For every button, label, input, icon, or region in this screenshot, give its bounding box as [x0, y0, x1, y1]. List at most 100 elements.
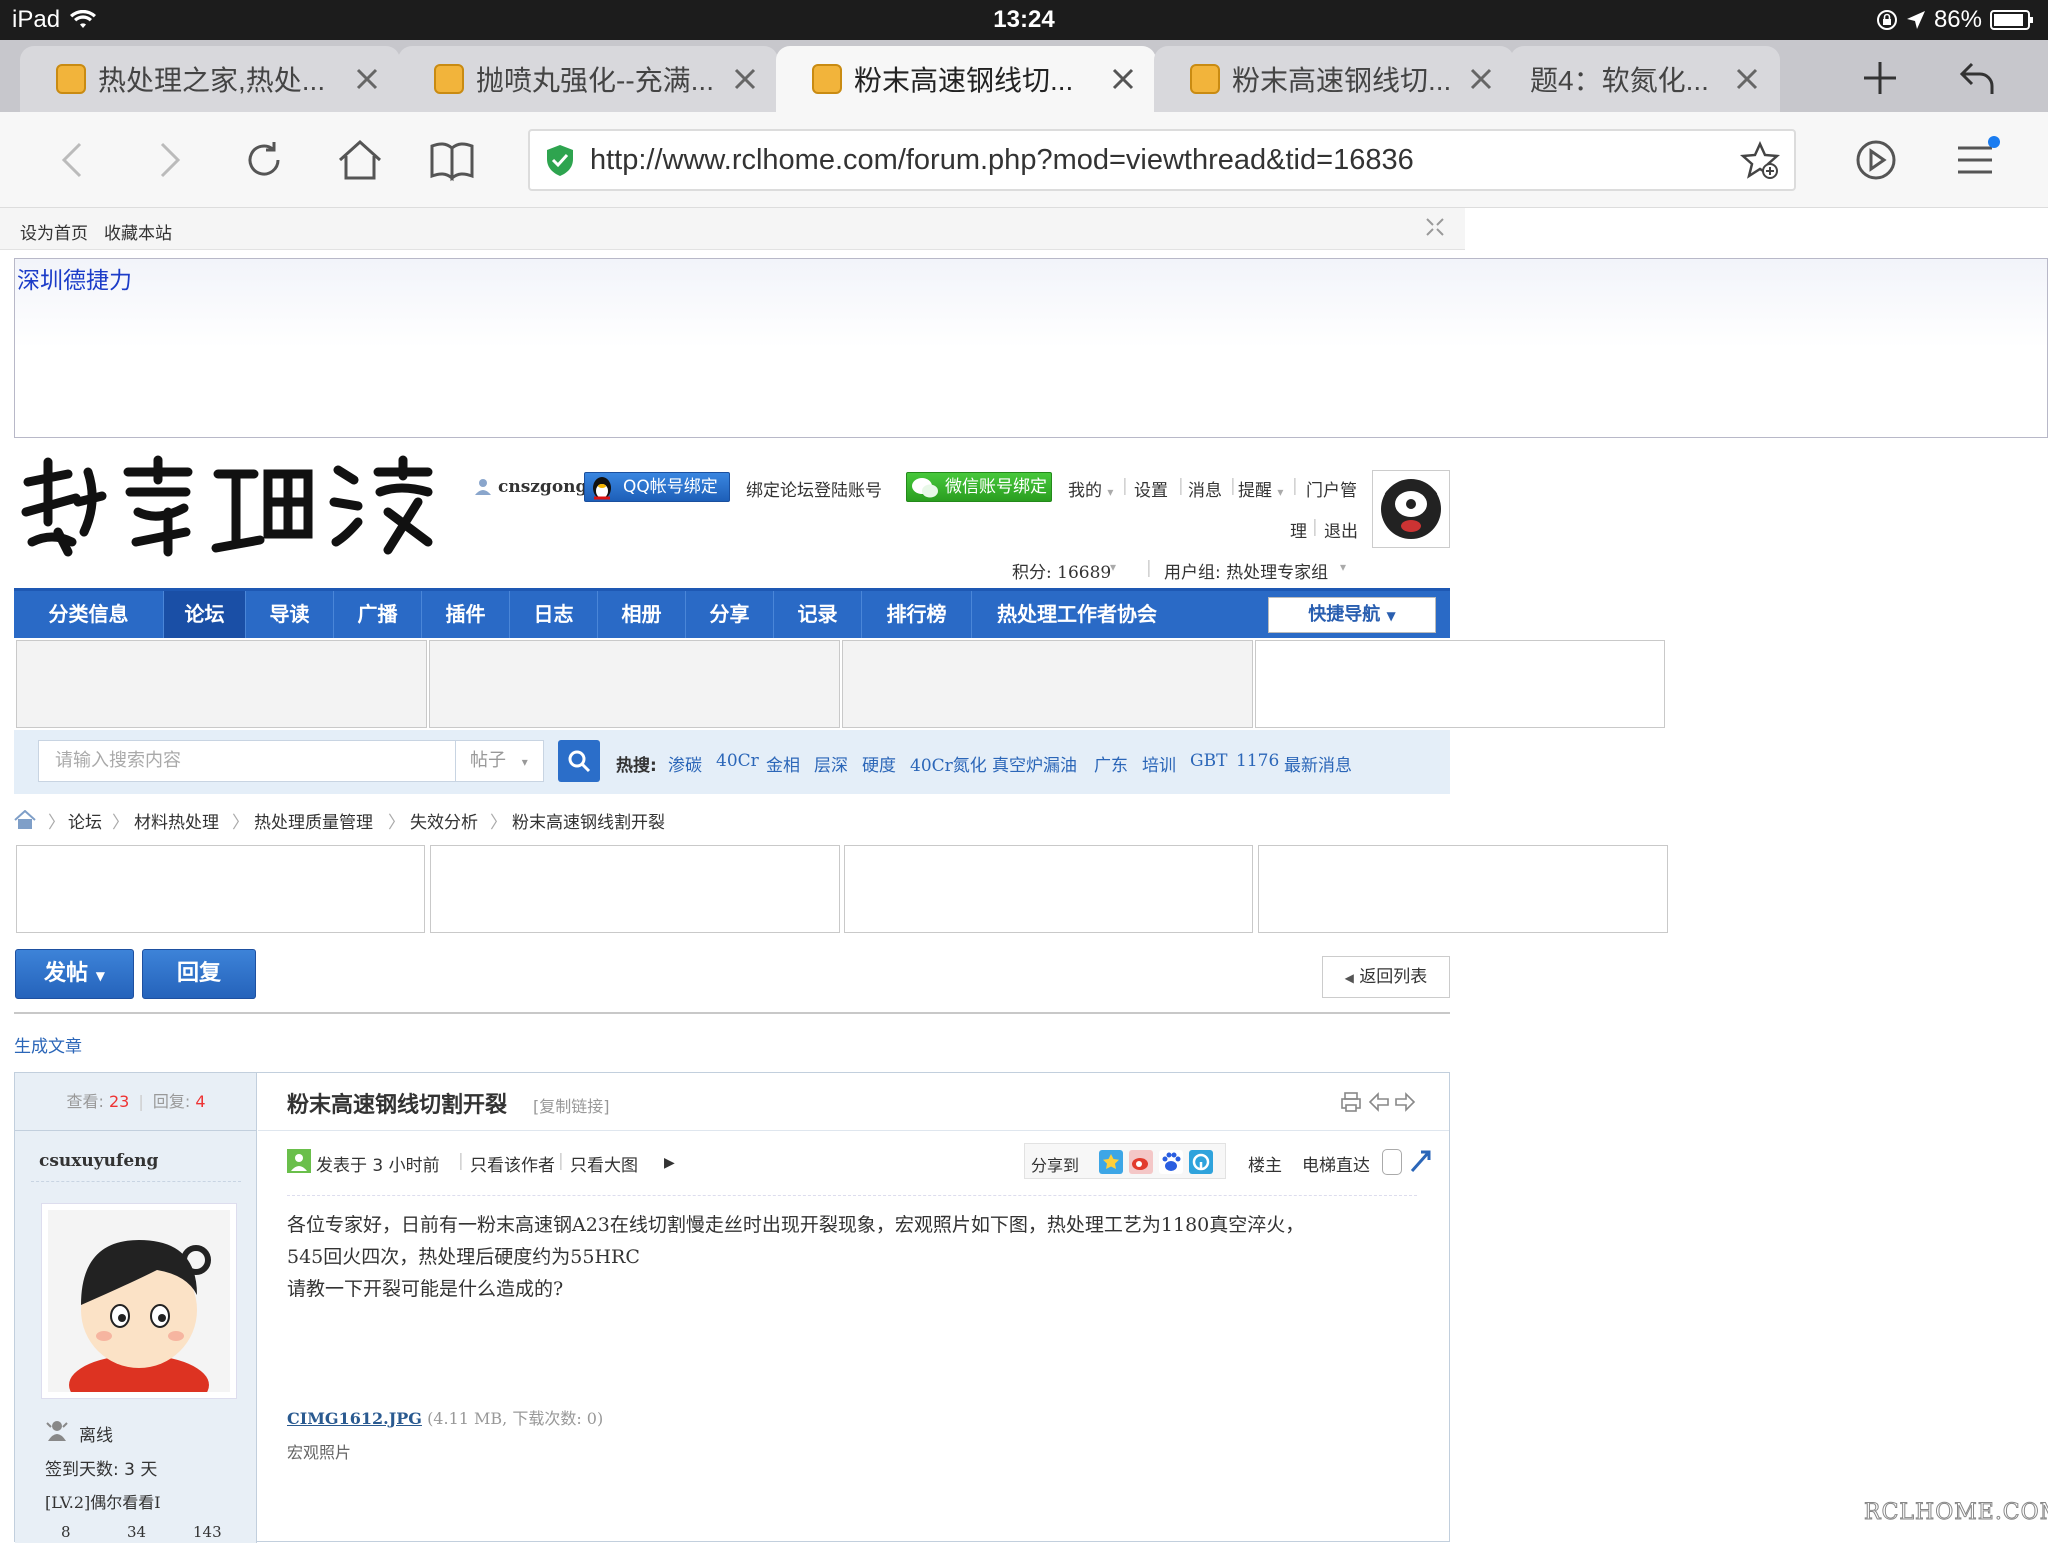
- collapse-icon[interactable]: [1424, 216, 1446, 238]
- nav-records[interactable]: 记录: [774, 591, 862, 638]
- generate-article-link[interactable]: 生成文章: [14, 1032, 82, 1057]
- tab-3-active[interactable]: 粉末高速钢线切...: [776, 46, 1156, 112]
- portal-manage-link[interactable]: 门户管: [1306, 476, 1357, 501]
- nav-association[interactable]: 热处理工作者协会: [972, 591, 1182, 638]
- address-bar[interactable]: http://www.rclhome.com/forum.php?mod=vie…: [528, 129, 1796, 191]
- close-tab-icon[interactable]: [1466, 64, 1496, 94]
- forward-icon[interactable]: [144, 136, 192, 184]
- my-menu[interactable]: 我的 ▾: [1068, 476, 1113, 501]
- attachment-link[interactable]: CIMG1612.JPG: [287, 1409, 422, 1428]
- wechat-bind-label: 微信账号绑定: [945, 477, 1047, 497]
- hot-keyword[interactable]: 渗碳: [668, 751, 702, 776]
- portal-manage-link-cont[interactable]: 理: [1290, 517, 1307, 542]
- qzone-share-icon[interactable]: [1099, 1150, 1123, 1174]
- nav-category-info[interactable]: 分类信息: [14, 591, 164, 638]
- home-icon[interactable]: [336, 136, 384, 184]
- hot-keyword[interactable]: 真空炉漏油: [992, 751, 1077, 776]
- back-to-list-button[interactable]: ◀ 返回列表: [1322, 956, 1450, 998]
- tab-5[interactable]: 题4：软氮化...: [1510, 46, 1780, 112]
- back-icon[interactable]: [50, 136, 98, 184]
- hot-keyword[interactable]: 层深: [814, 751, 848, 776]
- new-post-button[interactable]: 发帖 ▼: [15, 949, 134, 999]
- hot-keyword[interactable]: 40Cr氮化: [910, 751, 987, 776]
- breadcrumb-item[interactable]: 热处理质量管理: [254, 808, 373, 833]
- close-tab-icon[interactable]: [730, 64, 760, 94]
- home-icon[interactable]: [14, 810, 36, 830]
- copy-link-button[interactable]: [复制链接]: [533, 1093, 610, 1117]
- messages-link[interactable]: 消息: [1188, 476, 1222, 501]
- search-type-select[interactable]: 帖子 ▾: [456, 740, 544, 782]
- hot-keyword[interactable]: 40Cr: [716, 751, 759, 771]
- author-avatar[interactable]: [41, 1203, 237, 1399]
- author-level[interactable]: [LV.2]偶尔看看I: [45, 1489, 161, 1513]
- only-author-link[interactable]: 只看该作者: [470, 1151, 555, 1176]
- media-play-icon[interactable]: [1852, 136, 1900, 184]
- breadcrumb-item[interactable]: 失效分析: [410, 808, 478, 833]
- author-stat[interactable]: 8: [61, 1523, 71, 1541]
- baidu-share-icon[interactable]: [1159, 1150, 1183, 1174]
- logout-link[interactable]: 退出: [1324, 517, 1358, 542]
- nav-ranking[interactable]: 排行榜: [862, 591, 972, 638]
- user-group-info[interactable]: 用户组: 热处理专家组: [1164, 558, 1328, 583]
- username-link[interactable]: cnszgong: [498, 477, 587, 497]
- nav-forum[interactable]: 论坛: [164, 591, 246, 638]
- close-tab-icon[interactable]: [1108, 64, 1138, 94]
- bind-forum-account-link[interactable]: 绑定论坛登陆账号: [746, 476, 882, 501]
- nav-broadcast[interactable]: 广播: [334, 591, 422, 638]
- nav-share[interactable]: 分享: [686, 591, 774, 638]
- hot-keyword[interactable]: 最新消息: [1284, 751, 1352, 776]
- points-info[interactable]: 积分: 16689: [1012, 558, 1111, 583]
- search-input[interactable]: 请输入搜索内容: [38, 740, 456, 782]
- only-big-image-link[interactable]: 只看大图: [570, 1151, 638, 1176]
- breadcrumb-item[interactable]: 论坛: [68, 808, 102, 833]
- hot-keyword[interactable]: 培训: [1142, 751, 1176, 776]
- hot-keyword[interactable]: 硬度: [862, 751, 896, 776]
- ad-link[interactable]: 深圳德捷力: [17, 261, 132, 295]
- qq-bind-button[interactable]: QQ帐号绑定: [584, 472, 730, 502]
- tab-1[interactable]: 热处理之家,热处...: [20, 46, 400, 112]
- back-history-icon[interactable]: [1958, 58, 1998, 98]
- hot-keyword[interactable]: 1176: [1236, 751, 1279, 771]
- site-logo[interactable]: [18, 452, 438, 562]
- nav-guide[interactable]: 导读: [246, 591, 334, 638]
- wechat-bind-button[interactable]: 微信账号绑定: [906, 472, 1052, 502]
- tab-4[interactable]: 粉末高速钢线切...: [1154, 46, 1514, 112]
- close-tab-icon[interactable]: [1732, 64, 1762, 94]
- hot-keyword[interactable]: 金相: [766, 751, 800, 776]
- bookmark-site-link[interactable]: 收藏本站: [104, 219, 172, 244]
- new-tab-icon[interactable]: [1860, 58, 1900, 98]
- pengyou-share-icon[interactable]: [1189, 1150, 1213, 1174]
- quick-nav-button[interactable]: 快捷导航 ▼: [1268, 597, 1436, 633]
- print-icon[interactable]: [1340, 1091, 1362, 1113]
- close-tab-icon[interactable]: [352, 64, 382, 94]
- ad-slot: [1255, 640, 1665, 728]
- elevator-input[interactable]: [1382, 1149, 1402, 1175]
- nav-album[interactable]: 相册: [598, 591, 686, 638]
- reminders-menu[interactable]: 提醒 ▾: [1238, 476, 1283, 501]
- hot-keyword[interactable]: GBT: [1190, 751, 1227, 771]
- next-thread-icon[interactable]: [1394, 1091, 1416, 1113]
- menu-icon[interactable]: [1952, 136, 2000, 184]
- nav-blog[interactable]: 日志: [510, 591, 598, 638]
- set-homepage-link[interactable]: 设为首页: [20, 219, 88, 244]
- breadcrumb-separator: 〉: [490, 813, 507, 833]
- previous-thread-icon[interactable]: [1368, 1091, 1390, 1113]
- author-stat[interactable]: 143: [193, 1523, 222, 1541]
- url-text[interactable]: http://www.rclhome.com/forum.php?mod=vie…: [590, 144, 1414, 177]
- tab-2[interactable]: 抛喷丸强化--充满...: [398, 46, 778, 112]
- hot-keyword[interactable]: 广东: [1094, 751, 1128, 776]
- reload-icon[interactable]: [240, 136, 288, 184]
- bookmarks-icon[interactable]: [428, 136, 476, 184]
- author-stat[interactable]: 34: [127, 1523, 146, 1541]
- weibo-share-icon[interactable]: [1129, 1150, 1153, 1174]
- search-button[interactable]: [558, 740, 600, 782]
- elevator-go-icon[interactable]: [1408, 1147, 1432, 1173]
- author-name[interactable]: csuxuyufeng: [39, 1151, 158, 1171]
- add-favorite-star-icon[interactable]: [1740, 141, 1780, 181]
- settings-link[interactable]: 设置: [1134, 476, 1168, 501]
- nav-plugins[interactable]: 插件: [422, 591, 510, 638]
- breadcrumb-current[interactable]: 粉末高速钢线割开裂: [512, 808, 665, 833]
- user-avatar[interactable]: [1372, 470, 1450, 548]
- reply-button[interactable]: 回复: [142, 949, 256, 999]
- breadcrumb-item[interactable]: 材料热处理: [134, 808, 219, 833]
